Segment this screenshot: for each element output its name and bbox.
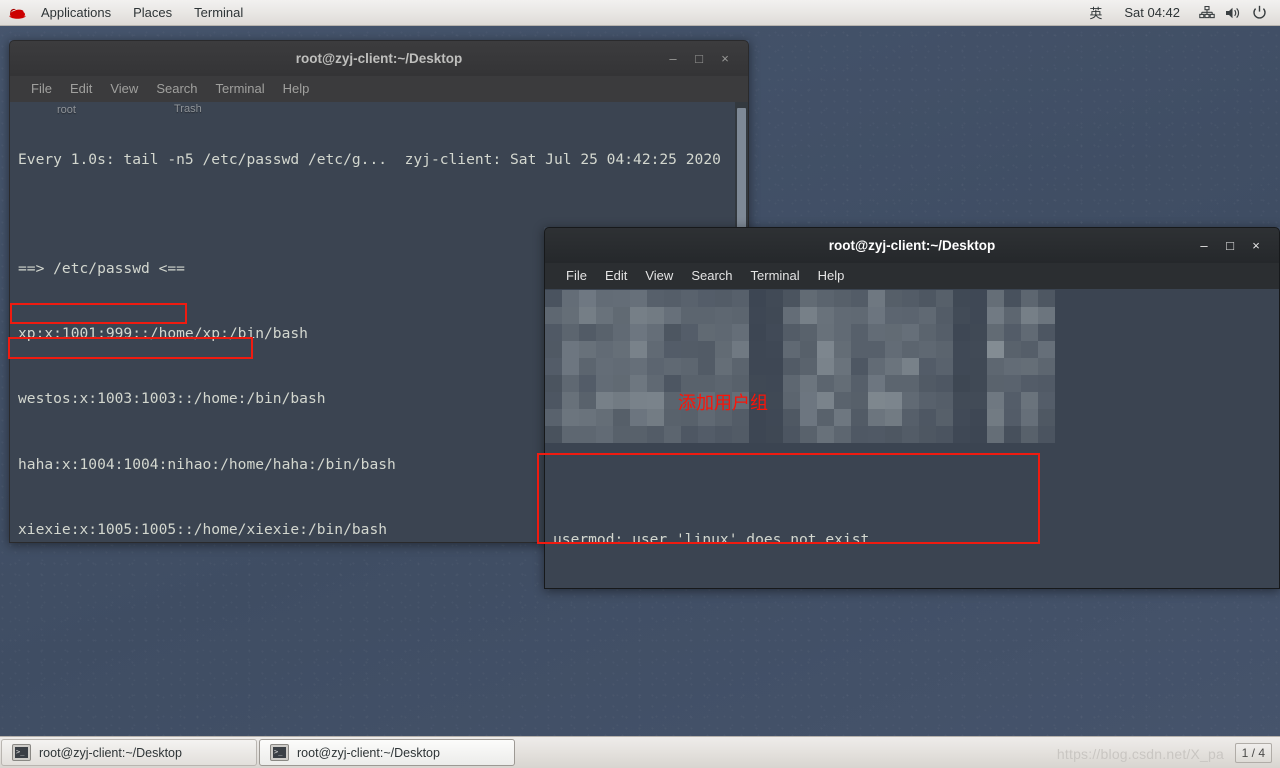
window2-terminal-output[interactable]: usermod: user 'linux' does not exist [ro… (544, 289, 1280, 589)
window2-maximize-button[interactable]: □ (1217, 233, 1243, 259)
window1-menu-search[interactable]: Search (147, 76, 206, 102)
window2-menu-help[interactable]: Help (809, 263, 854, 289)
window1-menu-file[interactable]: File (22, 76, 61, 102)
window1-close-button[interactable]: × (712, 46, 738, 72)
top-panel: Applications Places Terminal 英 Sat 04:42 (0, 0, 1280, 26)
terminal-error-line: usermod: user 'linux' does not exist (553, 531, 870, 549)
network-icon[interactable] (1196, 0, 1218, 26)
window1-menu-terminal[interactable]: Terminal (207, 76, 274, 102)
window1-menubar: File Edit View Search Terminal Help (9, 76, 749, 102)
window1-titlebar[interactable]: root@zyj-client:~/Desktop – □ × (9, 40, 749, 76)
terminal-icon (12, 744, 31, 761)
taskbar-item-label: root@zyj-client:~/Desktop (39, 745, 182, 760)
volume-icon[interactable] (1222, 0, 1244, 26)
window2-menu-terminal[interactable]: Terminal (742, 263, 809, 289)
taskbar-item-terminal-1[interactable]: root@zyj-client:~/Desktop (1, 739, 257, 766)
menu-places[interactable]: Places (122, 0, 183, 26)
terminal-line: Every 1.0s: tail -n5 /etc/passwd /etc/g.… (18, 150, 721, 168)
redhat-logo-icon[interactable] (0, 0, 30, 26)
input-method-indicator[interactable]: 英 (1079, 3, 1112, 22)
window2-menubar: File Edit View Search Terminal Help (544, 263, 1280, 289)
clock[interactable]: Sat 04:42 (1112, 5, 1192, 20)
window1-menu-help[interactable]: Help (274, 76, 319, 102)
window1-minimize-button[interactable]: – (660, 46, 686, 72)
menu-applications[interactable]: Applications (30, 0, 122, 26)
desktop-screen: Applications Places Terminal 英 Sat 04:42 (0, 0, 1280, 768)
workspace-switcher[interactable]: 1 / 4 (1234, 742, 1272, 763)
window2-menu-search[interactable]: Search (682, 263, 741, 289)
window1-title: root@zyj-client:~/Desktop (295, 51, 463, 66)
window1-menu-view[interactable]: View (101, 76, 147, 102)
terminal-icon (270, 744, 289, 761)
taskbar-item-label: root@zyj-client:~/Desktop (297, 745, 440, 760)
window1-menu-edit[interactable]: Edit (61, 76, 101, 102)
window2-close-button[interactable]: × (1243, 233, 1269, 259)
power-icon[interactable] (1248, 0, 1270, 26)
window1-maximize-button[interactable]: □ (686, 46, 712, 72)
taskbar: root@zyj-client:~/Desktop root@zyj-clien… (0, 736, 1280, 768)
window2-minimize-button[interactable]: – (1191, 233, 1217, 259)
window2-menu-view[interactable]: View (636, 263, 682, 289)
window2-titlebar[interactable]: root@zyj-client:~/Desktop – □ × (544, 227, 1280, 263)
window2-menu-edit[interactable]: Edit (596, 263, 636, 289)
menu-terminal[interactable]: Terminal (183, 0, 254, 26)
terminal-window-2[interactable]: root@zyj-client:~/Desktop – □ × File Edi… (544, 227, 1280, 589)
taskbar-item-terminal-2[interactable]: root@zyj-client:~/Desktop (259, 739, 515, 766)
window2-title: root@zyj-client:~/Desktop (828, 238, 996, 253)
window2-scrollback-region (553, 333, 1279, 486)
window2-menu-file[interactable]: File (557, 263, 596, 289)
